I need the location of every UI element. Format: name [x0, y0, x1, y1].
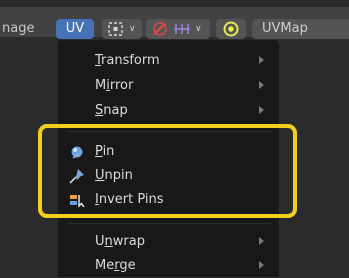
sync-icon — [153, 22, 167, 36]
submenu-arrow-icon — [259, 81, 264, 89]
submenu-arrow-icon — [259, 261, 264, 269]
uv-menu-dropdown: Transform Mirror Snap Pin Unpin Invert P… — [58, 40, 279, 277]
uv-sync-options[interactable]: ∨ — [146, 19, 210, 39]
chevron-down-icon: ∨ — [195, 24, 202, 34]
menu-item-label: Merge — [95, 258, 136, 273]
menu-item-label: Mirror — [95, 78, 134, 93]
invert-pins-icon — [70, 195, 85, 208]
menu-item-label: Snap — [95, 103, 128, 118]
chevron-down-icon: ∨ — [129, 24, 136, 34]
menu-item-label: Pin — [95, 144, 115, 159]
menu-item-snap[interactable]: Snap — [58, 99, 279, 123]
menu-item-label: Unpin — [95, 168, 133, 183]
menu-item-invert-pins[interactable]: Invert Pins — [58, 188, 279, 212]
proportional-edit-icon — [223, 21, 239, 37]
pin-icon — [71, 146, 83, 159]
submenu-arrow-icon — [259, 56, 264, 64]
menu-item-pin[interactable]: Pin — [58, 140, 279, 164]
uvmap-field[interactable]: UVMap — [252, 19, 349, 39]
menu-item-label: Unwrap — [95, 234, 145, 249]
select-mode-dropdown[interactable]: ∨ — [102, 19, 142, 39]
editor-header: nage UV ∨ ∨ UVMap — [0, 0, 349, 39]
menu-item-mirror[interactable]: Mirror — [58, 74, 279, 98]
menu-separator — [66, 131, 271, 132]
menu-separator — [66, 223, 271, 224]
menu-item-label: Invert Pins — [95, 192, 164, 207]
unpin-icon — [69, 169, 84, 184]
submenu-arrow-icon — [259, 237, 264, 245]
menu-item-transform[interactable]: Transform — [58, 49, 279, 73]
menu-item-unwrap[interactable]: Unwrap — [58, 230, 279, 254]
submenu-arrow-icon — [259, 106, 264, 114]
proportional-edit-button[interactable] — [216, 19, 246, 39]
menu-item-label: Transform — [95, 53, 160, 68]
menu-item-unpin[interactable]: Unpin — [58, 164, 279, 188]
menu-item-merge[interactable]: Merge — [58, 254, 279, 278]
select-mode-icon — [108, 22, 123, 36]
island-select-icon — [174, 24, 190, 34]
editor-mode-label[interactable]: nage — [2, 21, 34, 37]
uv-menu-tab[interactable]: UV — [56, 19, 94, 39]
